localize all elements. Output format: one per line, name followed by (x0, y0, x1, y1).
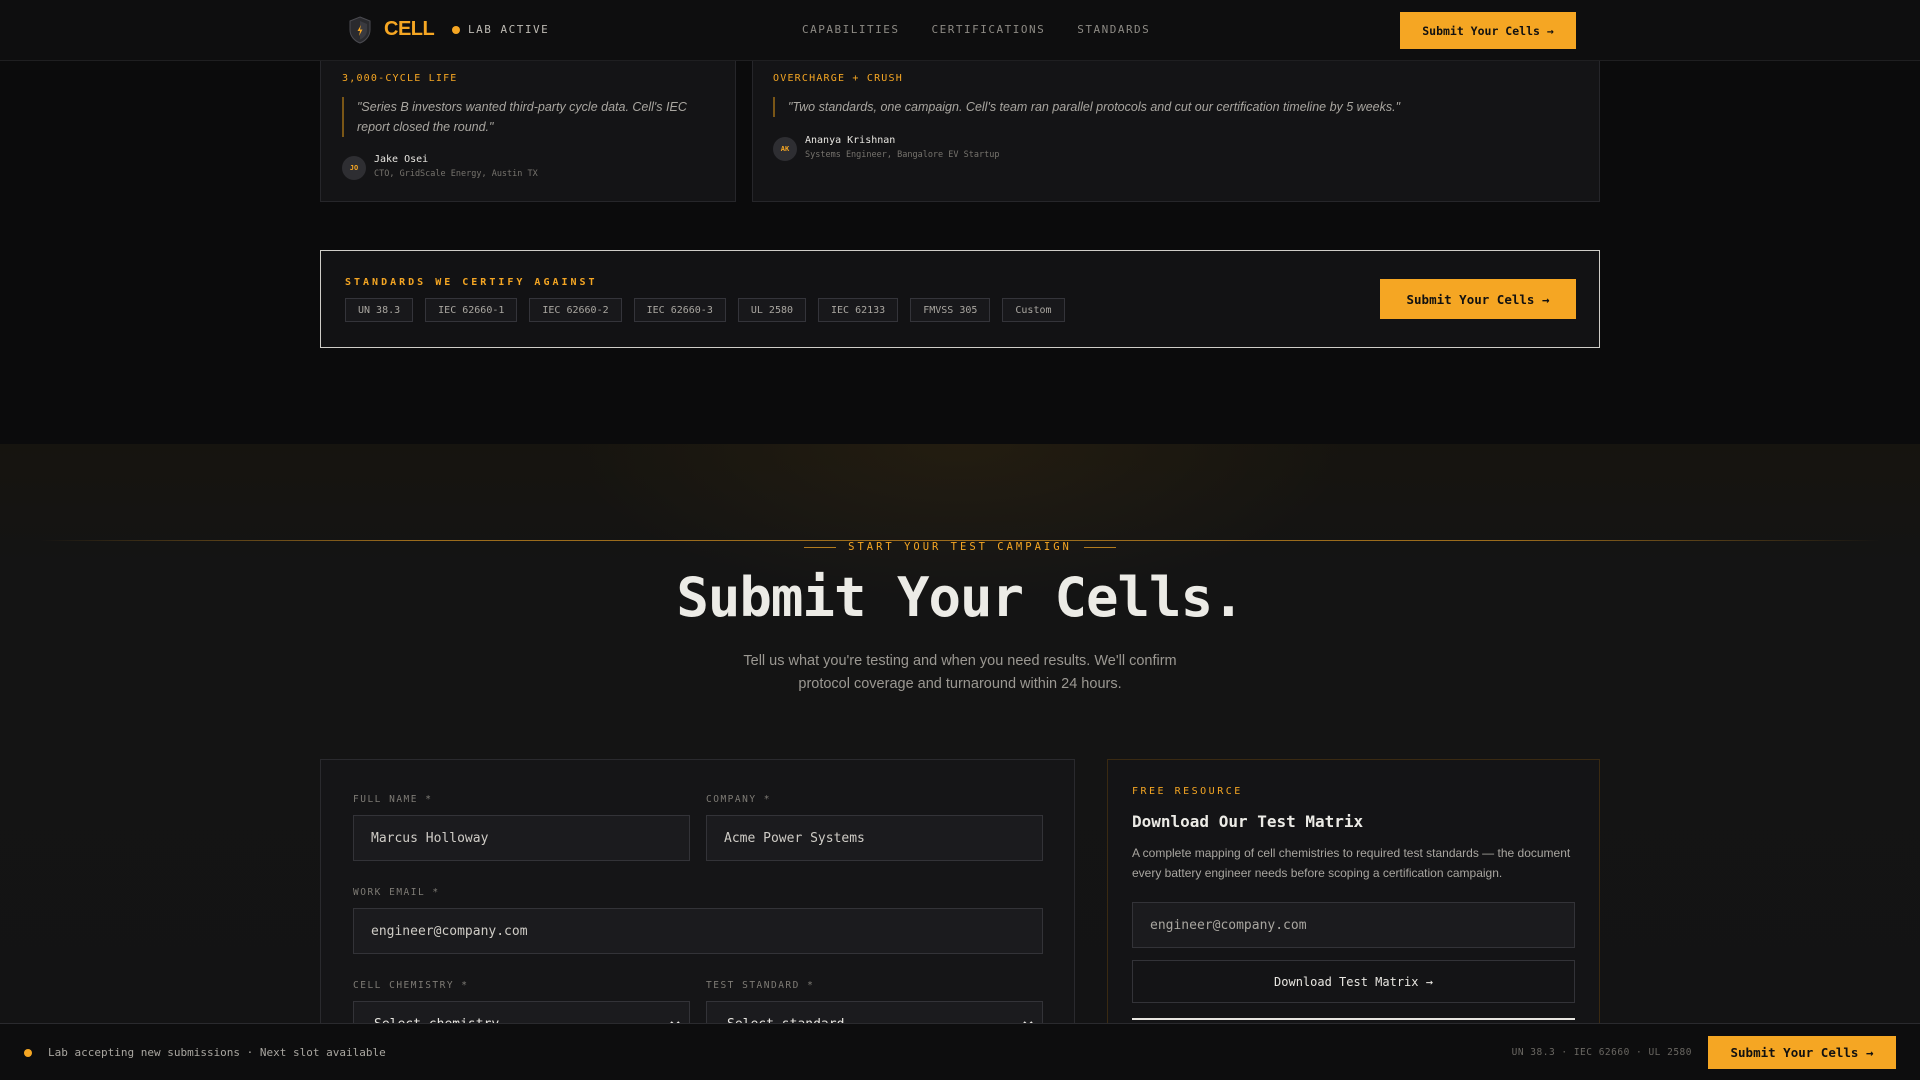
work-email-field[interactable]: engineer@company.com (353, 908, 1043, 954)
resource-heading: Download Our Test Matrix (1132, 812, 1364, 831)
eyebrow-dash-left (804, 546, 837, 548)
bottom-standards: UN 38.3 · IEC 62660 · UL 2580 (1511, 1047, 1692, 1058)
testimonial-quote: "Series B investors wanted third-party c… (342, 97, 722, 137)
brand-name[interactable]: CELL (384, 18, 435, 41)
eyebrow-dash-right (1083, 546, 1116, 548)
standards-chips: UN 38.3 IEC 62660-1 IEC 62660-2 IEC 6266… (345, 298, 1065, 322)
availability-message: Lab accepting new submissions · Next slo… (48, 1046, 386, 1059)
standard-chip: UL 2580 (737, 298, 807, 322)
nav-link-standards[interactable]: STANDARDS (1077, 23, 1150, 36)
status-dot-icon (452, 26, 460, 34)
shield-logo-icon[interactable] (348, 16, 372, 44)
standard-chip: Custom (1002, 298, 1065, 322)
bottom-submit-button[interactable]: Submit Your Cells → (1708, 1036, 1896, 1069)
nav-link-certifications[interactable]: CERTIFICATIONS (931, 23, 1045, 36)
standard-chip: IEC 62660-1 (425, 298, 518, 322)
test-standard-label: TEST STANDARD * (706, 980, 815, 991)
avatar: AK (773, 137, 797, 161)
cell-chemistry-label: CELL CHEMISTRY * (353, 980, 469, 991)
nav-submit-button[interactable]: Submit Your Cells → (1400, 12, 1576, 49)
top-nav: CELL LAB ACTIVE CAPABILITIES CERTIFICATI… (0, 0, 1920, 61)
sticky-bottom-bar: Lab accepting new submissions · Next slo… (0, 1023, 1920, 1080)
download-matrix-button[interactable]: Download Test Matrix → (1132, 960, 1575, 1003)
standard-chip: FMVSS 305 (910, 298, 991, 322)
company-label: COMPANY * (706, 794, 771, 805)
company-field[interactable]: Acme Power Systems (706, 815, 1043, 861)
avatar: JO (342, 156, 366, 180)
nav-link-capabilities[interactable]: CAPABILITIES (802, 23, 899, 36)
resource-description: A complete mapping of cell chemistries t… (1132, 846, 1571, 880)
status-dot-icon (24, 1049, 32, 1057)
standard-chip: IEC 62660-3 (633, 298, 726, 322)
section-subtitle: Tell us what you're testing and when you… (743, 653, 1177, 692)
lab-status: LAB ACTIVE (468, 23, 550, 36)
section-eyebrow: START YOUR TEST CAMPAIGN (0, 541, 1920, 553)
testimonial-tag: 3,000-CYCLE LIFE (342, 73, 458, 84)
testimonial-quote: "Two standards, one campaign. Cell's tea… (773, 97, 1573, 117)
full-name-label: FULL NAME * (353, 794, 433, 805)
resource-divider (1132, 1018, 1575, 1020)
testimonial-role: CTO, GridScale Energy, Austin TX (374, 169, 538, 179)
full-name-field[interactable]: Marcus Holloway (353, 815, 690, 861)
standard-chip: UN 38.3 (345, 298, 414, 322)
eyebrow-text: START YOUR TEST CAMPAIGN (848, 541, 1072, 553)
testimonial-role: Systems Engineer, Bangalore EV Startup (805, 150, 1000, 160)
standard-chip: IEC 62660-2 (529, 298, 622, 322)
work-email-label: WORK EMAIL * (353, 887, 440, 898)
standards-submit-button[interactable]: Submit Your Cells → (1380, 279, 1576, 319)
testimonial-person: Jake Osei (374, 154, 429, 165)
page-title: Submit Your Cells. (676, 566, 1244, 629)
standard-chip: IEC 62133 (818, 298, 899, 322)
standards-title: STANDARDS WE CERTIFY AGAINST (345, 277, 598, 288)
testimonial-tag: OVERCHARGE + CRUSH (773, 73, 903, 84)
nav-links: CAPABILITIES CERTIFICATIONS STANDARDS (802, 23, 1150, 36)
resource-email-input[interactable]: engineer@company.com (1132, 902, 1575, 948)
testimonial-person: Ananya Krishnan (805, 135, 896, 146)
standards-bar: STANDARDS WE CERTIFY AGAINST UN 38.3 IEC… (320, 250, 1600, 348)
resource-eyebrow: FREE RESOURCE (1132, 786, 1243, 797)
